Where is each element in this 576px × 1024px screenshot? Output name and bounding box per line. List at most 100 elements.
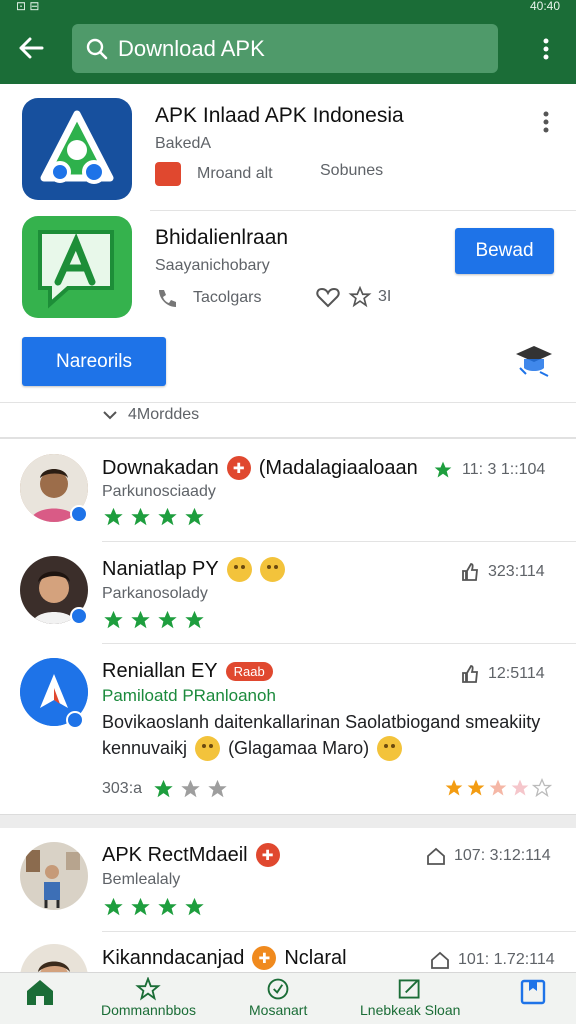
nav-label: Lnebkeak Sloan	[360, 1002, 461, 1018]
review-time-text: 12:5114	[488, 665, 545, 682]
review-time: 101: 1.72:114	[430, 950, 555, 970]
review-body: Bovikaoslanh daitenkallarinan Saolatbiog…	[102, 712, 541, 732]
nav-label: Mosanart	[249, 1002, 308, 1018]
star-outline-icon[interactable]	[348, 286, 372, 308]
star-icon	[104, 610, 123, 629]
search-icon	[86, 38, 108, 59]
section-separator	[0, 814, 576, 828]
reviewer-name[interactable]: Reniallan EY Raab	[102, 660, 273, 683]
status-bar: ⊡ ⊟ 40:40	[0, 0, 576, 14]
review-stars	[102, 609, 206, 631]
home-outline-icon	[431, 951, 449, 969]
heart-icon[interactable]	[316, 286, 340, 308]
nav-home[interactable]	[24, 977, 56, 1008]
app-title[interactable]: Bhidalienlraan	[155, 226, 288, 250]
star-icon	[104, 507, 123, 526]
nav-item-account[interactable]	[518, 977, 548, 1008]
review-body-line2: kennuvaikj (Glagamaa Maro)	[102, 736, 403, 761]
reviewer-pill: Raab	[225, 662, 273, 681]
star-icon	[158, 897, 177, 916]
rating-stars-summary	[444, 778, 552, 798]
nav-item-library[interactable]: Lnebkeak Sloan	[360, 977, 460, 1018]
badge-icon: ✚	[255, 843, 280, 867]
app-meta-left: Mroand alt	[197, 165, 273, 182]
review-body-text: kennuvaikj	[102, 738, 188, 758]
bookmark-square-icon	[520, 979, 546, 1005]
star-icon	[185, 610, 204, 629]
app-rating: 3I	[316, 286, 391, 308]
review-subtitle: Parkanosolady	[102, 585, 208, 602]
app-icon[interactable]	[22, 216, 132, 318]
reviewer-name-text: Kikanndacanjad	[102, 946, 245, 969]
star-icon	[489, 779, 507, 796]
star-icon	[104, 897, 123, 916]
star-icon	[154, 779, 173, 798]
bottom-navigation: Dommannbbos Mosanart Lnebkeak Sloan	[0, 972, 576, 1024]
review-time-text: 11: 3 1::104	[462, 461, 546, 478]
arrow-left-icon	[19, 37, 44, 59]
star-icon	[131, 610, 150, 629]
verified-badge-icon	[66, 711, 84, 729]
more-reviews-toggle[interactable]: 4Morddes	[102, 406, 199, 424]
thumbs-up-icon[interactable]	[460, 664, 480, 684]
review-time: 323:114	[460, 562, 545, 582]
status-left: ⊡ ⊟	[16, 0, 40, 13]
reviewer-name-text: Naniatlap PY	[102, 558, 219, 580]
chat-apk-icon	[38, 230, 114, 309]
nav-item-updates[interactable]: Mosanart	[249, 977, 307, 1018]
reviewer-extra: Nclaral	[284, 946, 347, 969]
nav-item-top-charts[interactable]: Dommannbbos	[101, 977, 196, 1018]
reviewer-name[interactable]: APK RectMdaeil ✚	[102, 843, 280, 867]
star-icon	[158, 507, 177, 526]
badge-icon: ✚	[226, 456, 251, 480]
more-vert-icon	[543, 111, 549, 133]
star-icon	[445, 779, 463, 796]
review-footer: 303:a	[102, 778, 229, 800]
star-badge-icon	[135, 977, 162, 1001]
app-bar: Download APK	[0, 14, 576, 84]
app-more-button[interactable]	[536, 108, 556, 136]
overflow-menu-button[interactable]	[532, 32, 560, 66]
review-subtitle: Parkunosciaady	[102, 483, 216, 500]
divider	[0, 437, 576, 439]
check-circle-icon	[267, 978, 289, 1000]
category-icon	[155, 162, 181, 186]
app-meta-right: Sobunes	[320, 162, 384, 179]
reviewer-extra: (Madalagiaaloaan	[258, 456, 418, 479]
review-body-text: (Glagamaa Maro)	[228, 738, 370, 758]
reviewer-name[interactable]: Kikanndacanjad ✚ Nclaral	[102, 946, 347, 970]
rating-value: 3I	[378, 288, 392, 305]
reviewer-name[interactable]: Downakadan ✚ (Madalagiaaloaan	[102, 456, 418, 480]
install-button[interactable]: Bewad	[455, 228, 554, 274]
emoji-icon	[259, 557, 285, 582]
apk-logo-icon	[40, 110, 114, 184]
review-time: 12:5114	[460, 664, 545, 684]
star-icon	[208, 779, 227, 798]
primary-action-button[interactable]: Nareorils	[22, 337, 166, 386]
more-label: 4Morddes	[128, 406, 200, 423]
divider	[102, 643, 576, 644]
app-icon[interactable]	[22, 98, 132, 200]
status-time: 40:40	[529, 0, 560, 13]
search-input[interactable]: Download APK	[72, 24, 498, 73]
home-icon	[27, 980, 53, 1005]
thumbs-up-icon[interactable]	[460, 562, 480, 582]
reviewer-name[interactable]: Naniatlap PY	[102, 557, 285, 582]
review-time: 11: 3 1::104	[432, 460, 545, 480]
verified-badge-icon	[70, 607, 88, 625]
avatar[interactable]	[20, 842, 88, 910]
app-developer: BakedA	[155, 135, 212, 152]
review-time-text: 101: 1.72:114	[458, 951, 555, 968]
star-icon	[467, 779, 485, 796]
star-icon	[181, 779, 200, 798]
search-query: Download APK	[118, 35, 265, 61]
graduation-cap-icon[interactable]	[512, 338, 554, 380]
review-time-text: 323:114	[488, 563, 545, 580]
divider	[102, 541, 576, 542]
emoji-icon	[195, 736, 221, 761]
more-vert-icon	[543, 38, 549, 60]
back-button[interactable]	[12, 31, 50, 65]
app-title[interactable]: APK Inlaad APK Indonesia	[155, 104, 404, 128]
review-stars	[102, 506, 206, 528]
review-headline: Pamiloatd PRanloanoh	[102, 686, 276, 705]
